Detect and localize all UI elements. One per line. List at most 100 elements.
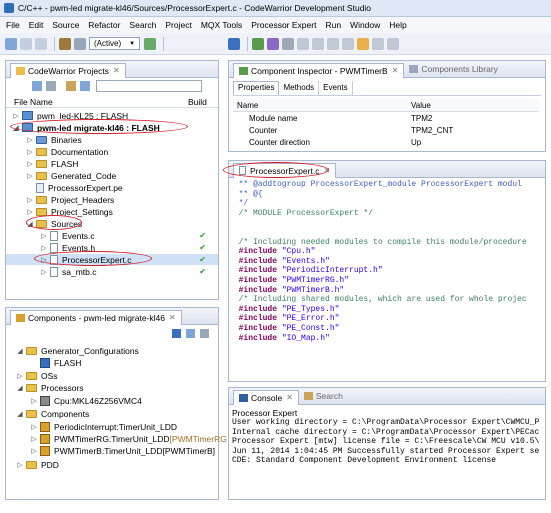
prev-annotation-icon[interactable] (342, 37, 355, 50)
next-annotation-icon[interactable] (327, 37, 340, 50)
subtab-events[interactable]: Events (319, 81, 353, 95)
chevron-right-icon[interactable]: ▷ (40, 232, 48, 240)
mark-occurrences-icon[interactable] (312, 37, 325, 50)
component-inspector: Component Inspector - PWMTimerB ✕ Compon… (228, 60, 546, 152)
tab-console[interactable]: Console ✕ (233, 389, 299, 405)
chevron-right-icon[interactable]: ▷ (30, 435, 38, 443)
menu-project[interactable]: Project (165, 20, 191, 30)
menu-edit[interactable]: Edit (29, 20, 44, 30)
tree-item[interactable]: ◢ Generator_Configurations (6, 345, 139, 356)
pin-icon[interactable] (387, 37, 400, 50)
tree-item[interactable]: ◢ Components (6, 408, 89, 419)
filter-icon[interactable] (66, 81, 76, 91)
close-icon[interactable]: ✕ (113, 66, 120, 75)
chevron-right-icon[interactable]: ▷ (30, 447, 38, 455)
build-config-icon[interactable] (74, 37, 86, 50)
tree-item[interactable]: ▷ Events.c ✔ (6, 230, 218, 241)
tree-item[interactable]: ProcessorExpert.pe (6, 182, 123, 193)
tree-item[interactable]: ▷ PeriodicInterrupt:TimerUnit_LDD (6, 421, 177, 432)
tree-item[interactable]: ▷ Documentation (6, 146, 108, 157)
chevron-right-icon[interactable]: ▷ (26, 208, 34, 216)
tab-component-inspector[interactable]: Component Inspector - PWMTimerB ✕ (233, 62, 405, 78)
collapse-all-icon[interactable] (32, 81, 42, 91)
tree-item[interactable]: ▷ PDD (6, 459, 59, 470)
menu-run[interactable]: Run (325, 20, 341, 30)
build-config-select[interactable]: (Active) ▼ (89, 37, 141, 50)
tab-components[interactable]: Components - pwm-led migrate-kl46 ✕ (10, 309, 182, 325)
tree-item[interactable]: ▷ Generated_Code (6, 170, 116, 181)
debug-config-icon[interactable] (144, 37, 157, 50)
console-output[interactable]: Processor Expert User working directory … (229, 405, 545, 499)
external-tools-icon[interactable] (282, 37, 295, 50)
projects-tree: ▷ pwm_led-KL25 : FLASH ◢ pwm-led migrate-k… (6, 108, 218, 298)
search-tool-icon[interactable] (297, 37, 310, 50)
menu-refactor[interactable]: Refactor (88, 20, 120, 30)
flash-icon[interactable] (228, 37, 241, 50)
chevron-right-icon[interactable]: ▷ (26, 148, 34, 156)
tab-codewarrior-projects[interactable]: CodeWarrior Projects ✕ (10, 62, 126, 78)
cpu-icon (40, 395, 50, 406)
chevron-right-icon[interactable]: ▷ (26, 160, 34, 168)
forward-icon[interactable] (372, 37, 385, 50)
subtab-methods[interactable]: Methods (279, 81, 320, 95)
code-line: #include "PE_Error.h" (229, 314, 340, 324)
back-icon[interactable] (357, 37, 370, 50)
view-menu-icon[interactable] (200, 329, 209, 338)
chevron-right-icon[interactable]: ▷ (40, 268, 48, 276)
chevron-right-icon[interactable]: ▷ (16, 372, 24, 380)
grid-icon[interactable] (172, 329, 181, 338)
tree-item[interactable]: ▷ Project_Headers (6, 194, 114, 205)
tree-item[interactable]: ▷ FLASH (6, 158, 78, 169)
chevron-down-icon[interactable]: ◢ (16, 410, 24, 418)
menu-window[interactable]: Window (350, 20, 380, 30)
tab-search[interactable]: Search (299, 390, 348, 402)
save-icon[interactable] (20, 37, 32, 50)
debug-icon[interactable] (252, 37, 265, 50)
menu-source[interactable]: Source (52, 20, 79, 30)
chevron-right-icon[interactable]: ▷ (30, 397, 38, 405)
editor-text[interactable]: ** @addtogroup ProcessorExpert_module Pr… (229, 178, 545, 378)
chevron-right-icon[interactable]: ▷ (12, 112, 20, 120)
menu-search[interactable]: Search (129, 20, 156, 30)
chevron-right-icon[interactable]: ▷ (40, 244, 48, 252)
chevron-down-icon[interactable]: ◢ (16, 384, 24, 392)
collapse-all-icon[interactable] (186, 329, 195, 338)
folder-icon (36, 171, 47, 180)
menu-file[interactable]: File (6, 20, 20, 30)
tree-item[interactable]: ▷ PWMTimerRG:TimerUnit_LDD [PWMTimerRG (6, 433, 227, 444)
subtab-properties[interactable]: Properties (233, 81, 280, 95)
search-icon[interactable] (80, 81, 90, 91)
save-all-icon[interactable] (35, 37, 47, 50)
link-editor-icon[interactable] (46, 81, 56, 91)
tree-item[interactable]: FLASH (6, 357, 81, 368)
tree-item[interactable]: ◢ Processors (6, 382, 83, 393)
chevron-right-icon[interactable]: ▷ (26, 196, 34, 204)
pe-file-icon (36, 182, 44, 193)
table-row[interactable]: Module name TPM2 (233, 114, 539, 125)
new-icon[interactable] (5, 37, 17, 50)
tree-item[interactable]: ▷ OSs (6, 370, 57, 381)
table-row[interactable]: Counter TPM2_CNT (233, 126, 539, 137)
menu-help[interactable]: Help (389, 20, 406, 30)
menu-mqx-tools[interactable]: MQX Tools (201, 20, 242, 30)
chevron-down-icon[interactable]: ◢ (16, 347, 24, 355)
filter-input[interactable] (96, 80, 202, 92)
build-icon[interactable] (59, 37, 71, 50)
chevron-right-icon[interactable]: ▷ (26, 136, 34, 144)
main-toolbar: (Active) ▼ (0, 33, 551, 55)
tree-item[interactable]: ▷ PWMTimerB:TimerUnit_LDD [PWMTimerB] (6, 445, 215, 456)
code-line: #include "IO_Map.h" (229, 333, 330, 343)
chevron-right-icon[interactable]: ▷ (16, 461, 24, 469)
close-icon[interactable]: ✕ (169, 313, 176, 322)
run-icon[interactable] (267, 37, 280, 50)
close-icon[interactable]: ✕ (286, 393, 293, 402)
chevron-right-icon[interactable]: ▷ (26, 172, 34, 180)
tree-item[interactable]: ▷ Binaries (6, 134, 81, 145)
tree-item[interactable]: ▷ Cpu:MKL46Z256VMC4 (6, 395, 142, 406)
tab-components-library[interactable]: Components Library (404, 63, 503, 75)
table-row[interactable]: Counter direction Up (233, 138, 539, 147)
menu-processor-expert[interactable]: Processor Expert (251, 20, 316, 30)
tree-item[interactable]: ▷ sa_mtb.c ✔ (6, 266, 218, 277)
close-icon[interactable]: ✕ (392, 66, 399, 75)
chevron-right-icon[interactable]: ▷ (30, 423, 38, 431)
